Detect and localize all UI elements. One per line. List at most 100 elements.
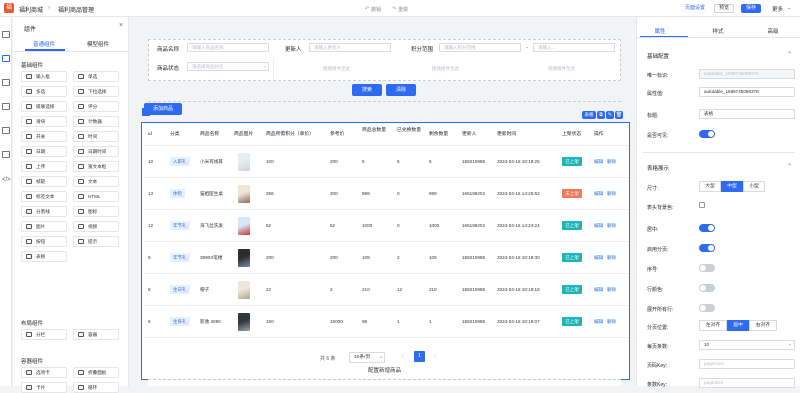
table-component-badge[interactable]: 表格 — [582, 111, 596, 119]
component-item[interactable]: 表格 — [21, 251, 67, 262]
component-item[interactable]: 单选 — [73, 71, 119, 82]
page-pos-left[interactable]: 左对齐 — [699, 320, 727, 331]
edit-icon[interactable]: ✎ — [606, 111, 614, 119]
size-option-medium[interactable]: 中型 — [721, 181, 743, 192]
database-icon[interactable] — [2, 103, 10, 110]
undo-button[interactable]: 撤销 — [371, 6, 381, 13]
product-image[interactable] — [238, 217, 250, 235]
component-item[interactable]: 级联选择 — [21, 101, 67, 112]
header-bg-checkbox[interactable] — [699, 202, 705, 208]
column-header[interactable]: 参考价 — [330, 131, 360, 138]
product-image[interactable] — [238, 185, 250, 203]
size-option-small[interactable]: 小型 — [743, 181, 765, 192]
component-item[interactable]: 标签文本 — [21, 191, 67, 202]
component-item[interactable]: 图标 — [73, 206, 119, 217]
component-item[interactable]: 卡片 — [21, 382, 67, 393]
edit-row-link[interactable]: 编辑 — [594, 255, 603, 261]
page-count-select[interactable]: 10 — [699, 340, 795, 350]
paging-toggle[interactable] — [699, 244, 715, 252]
product-image[interactable] — [238, 313, 250, 331]
chevron-up-icon[interactable]: ⌃ — [787, 163, 792, 170]
component-item[interactable]: 分栏 — [21, 329, 67, 340]
tab-style[interactable]: 样式 — [707, 27, 729, 35]
copy-icon[interactable]: ⧉ — [597, 111, 605, 119]
updater-input[interactable]: 请输入更新人 — [309, 43, 391, 52]
delete-row-link[interactable]: 删除 — [607, 223, 616, 229]
column-header[interactable]: 商品图片 — [234, 131, 264, 138]
tab-properties[interactable]: 属性 — [649, 27, 671, 35]
component-item[interactable]: 日期时间 — [73, 146, 119, 157]
component-item[interactable]: 日期 — [21, 146, 67, 157]
column-header[interactable]: 更新时间 — [497, 131, 559, 138]
next-page-button[interactable]: › — [434, 353, 436, 360]
chevron-down-icon[interactable]: ⌄ — [379, 354, 383, 360]
more-menu[interactable]: 更多 — [772, 5, 783, 13]
visible-toggle[interactable] — [699, 130, 715, 138]
center-toggle[interactable] — [699, 224, 715, 232]
page-1-button[interactable]: 1 — [414, 351, 425, 362]
component-item[interactable]: 折叠面板 — [73, 367, 119, 378]
component-item[interactable]: 多选 — [21, 86, 67, 97]
chevron-up-icon[interactable]: ⌃ — [787, 51, 792, 58]
component-item[interactable]: 开关 — [21, 131, 67, 142]
delete-row-link[interactable]: 删除 — [607, 191, 616, 197]
expand-all-toggle[interactable] — [699, 304, 715, 312]
prop-value-input[interactable]: autotable_1698745086378 — [699, 87, 795, 97]
add-product-button[interactable]: 添加商品 — [144, 103, 182, 115]
component-item[interactable]: 容器 — [73, 329, 119, 340]
tab-advanced[interactable]: 高级 — [762, 27, 784, 35]
page-key-input[interactable]: pageNum — [699, 359, 795, 369]
size-option-large[interactable]: 大型 — [699, 181, 721, 192]
delete-row-link[interactable]: 删除 — [607, 159, 616, 165]
column-header[interactable]: 上架状态 — [562, 131, 592, 138]
component-item[interactable]: 输入框 — [21, 71, 67, 82]
component-item[interactable]: 文本 — [73, 176, 119, 187]
tab-common-components[interactable]: 普通组件 — [19, 40, 69, 48]
column-header[interactable]: 商品总数量 — [362, 127, 394, 134]
product-status-select[interactable]: 请选择商品状态 — [187, 62, 269, 71]
component-item[interactable]: 下拉选择 — [73, 86, 119, 97]
undo-icon[interactable]: ↶ — [365, 6, 369, 12]
page-pos-center[interactable]: 居中 — [727, 320, 749, 331]
delete-icon[interactable]: 🗑 — [615, 111, 623, 119]
edit-row-link[interactable]: 编辑 — [594, 191, 603, 197]
search-button[interactable]: 搜索 — [352, 84, 382, 96]
column-header[interactable]: 剩余数量 — [429, 131, 459, 138]
component-item[interactable]: HTML — [73, 191, 119, 202]
size-key-input[interactable]: pageSize — [699, 378, 795, 388]
serial-toggle[interactable] — [699, 264, 715, 272]
edit-row-link[interactable]: 编辑 — [594, 319, 603, 325]
component-item[interactable]: 图片 — [21, 221, 67, 232]
document-icon[interactable] — [2, 151, 10, 158]
column-header[interactable]: 分类 — [170, 131, 198, 138]
product-image[interactable] — [238, 153, 250, 171]
chevron-down-icon[interactable]: ⌄ — [787, 5, 791, 11]
save-button[interactable]: 保存 — [741, 4, 761, 13]
chevron-right-icon[interactable]: › — [628, 145, 630, 151]
component-item[interactable]: 滑块 — [21, 116, 67, 127]
points-range-start-input[interactable]: 请输入积分范围 — [439, 43, 521, 52]
unique-id-input[interactable]: autotable_1698745086378 — [699, 69, 795, 79]
edit-row-link[interactable]: 编辑 — [594, 287, 603, 293]
component-item[interactable]: 计数器 — [73, 116, 119, 127]
component-item[interactable]: 上传 — [21, 161, 67, 172]
component-item[interactable]: 帧轭 — [21, 176, 67, 187]
prev-page-button[interactable]: ‹ — [401, 353, 403, 360]
column-header[interactable]: 商品所需积分（单价） — [266, 131, 328, 138]
preview-button[interactable]: 预览 — [714, 4, 734, 13]
points-range-end-input[interactable]: 请输入... — [533, 43, 615, 52]
component-item[interactable]: 提示 — [73, 236, 119, 247]
delete-row-link[interactable]: 删除 — [607, 255, 616, 261]
component-item[interactable]: 视频 — [73, 221, 119, 232]
app-name[interactable]: 福利商城 — [19, 5, 43, 14]
component-item[interactable]: 选项卡 — [21, 367, 67, 378]
component-item[interactable]: 评分 — [73, 101, 119, 112]
redo-button[interactable]: 重做 — [398, 6, 408, 13]
product-name-input[interactable]: 请输入商品名称 — [187, 43, 269, 52]
outline-icon[interactable] — [2, 31, 10, 38]
stripe-toggle[interactable] — [699, 284, 715, 292]
page-settings-button[interactable]: 页面设置 — [682, 4, 708, 13]
close-icon[interactable]: × — [119, 22, 123, 29]
column-header[interactable]: 更新人 — [462, 131, 494, 138]
chevron-down-icon[interactable]: ⌄ — [788, 341, 792, 347]
